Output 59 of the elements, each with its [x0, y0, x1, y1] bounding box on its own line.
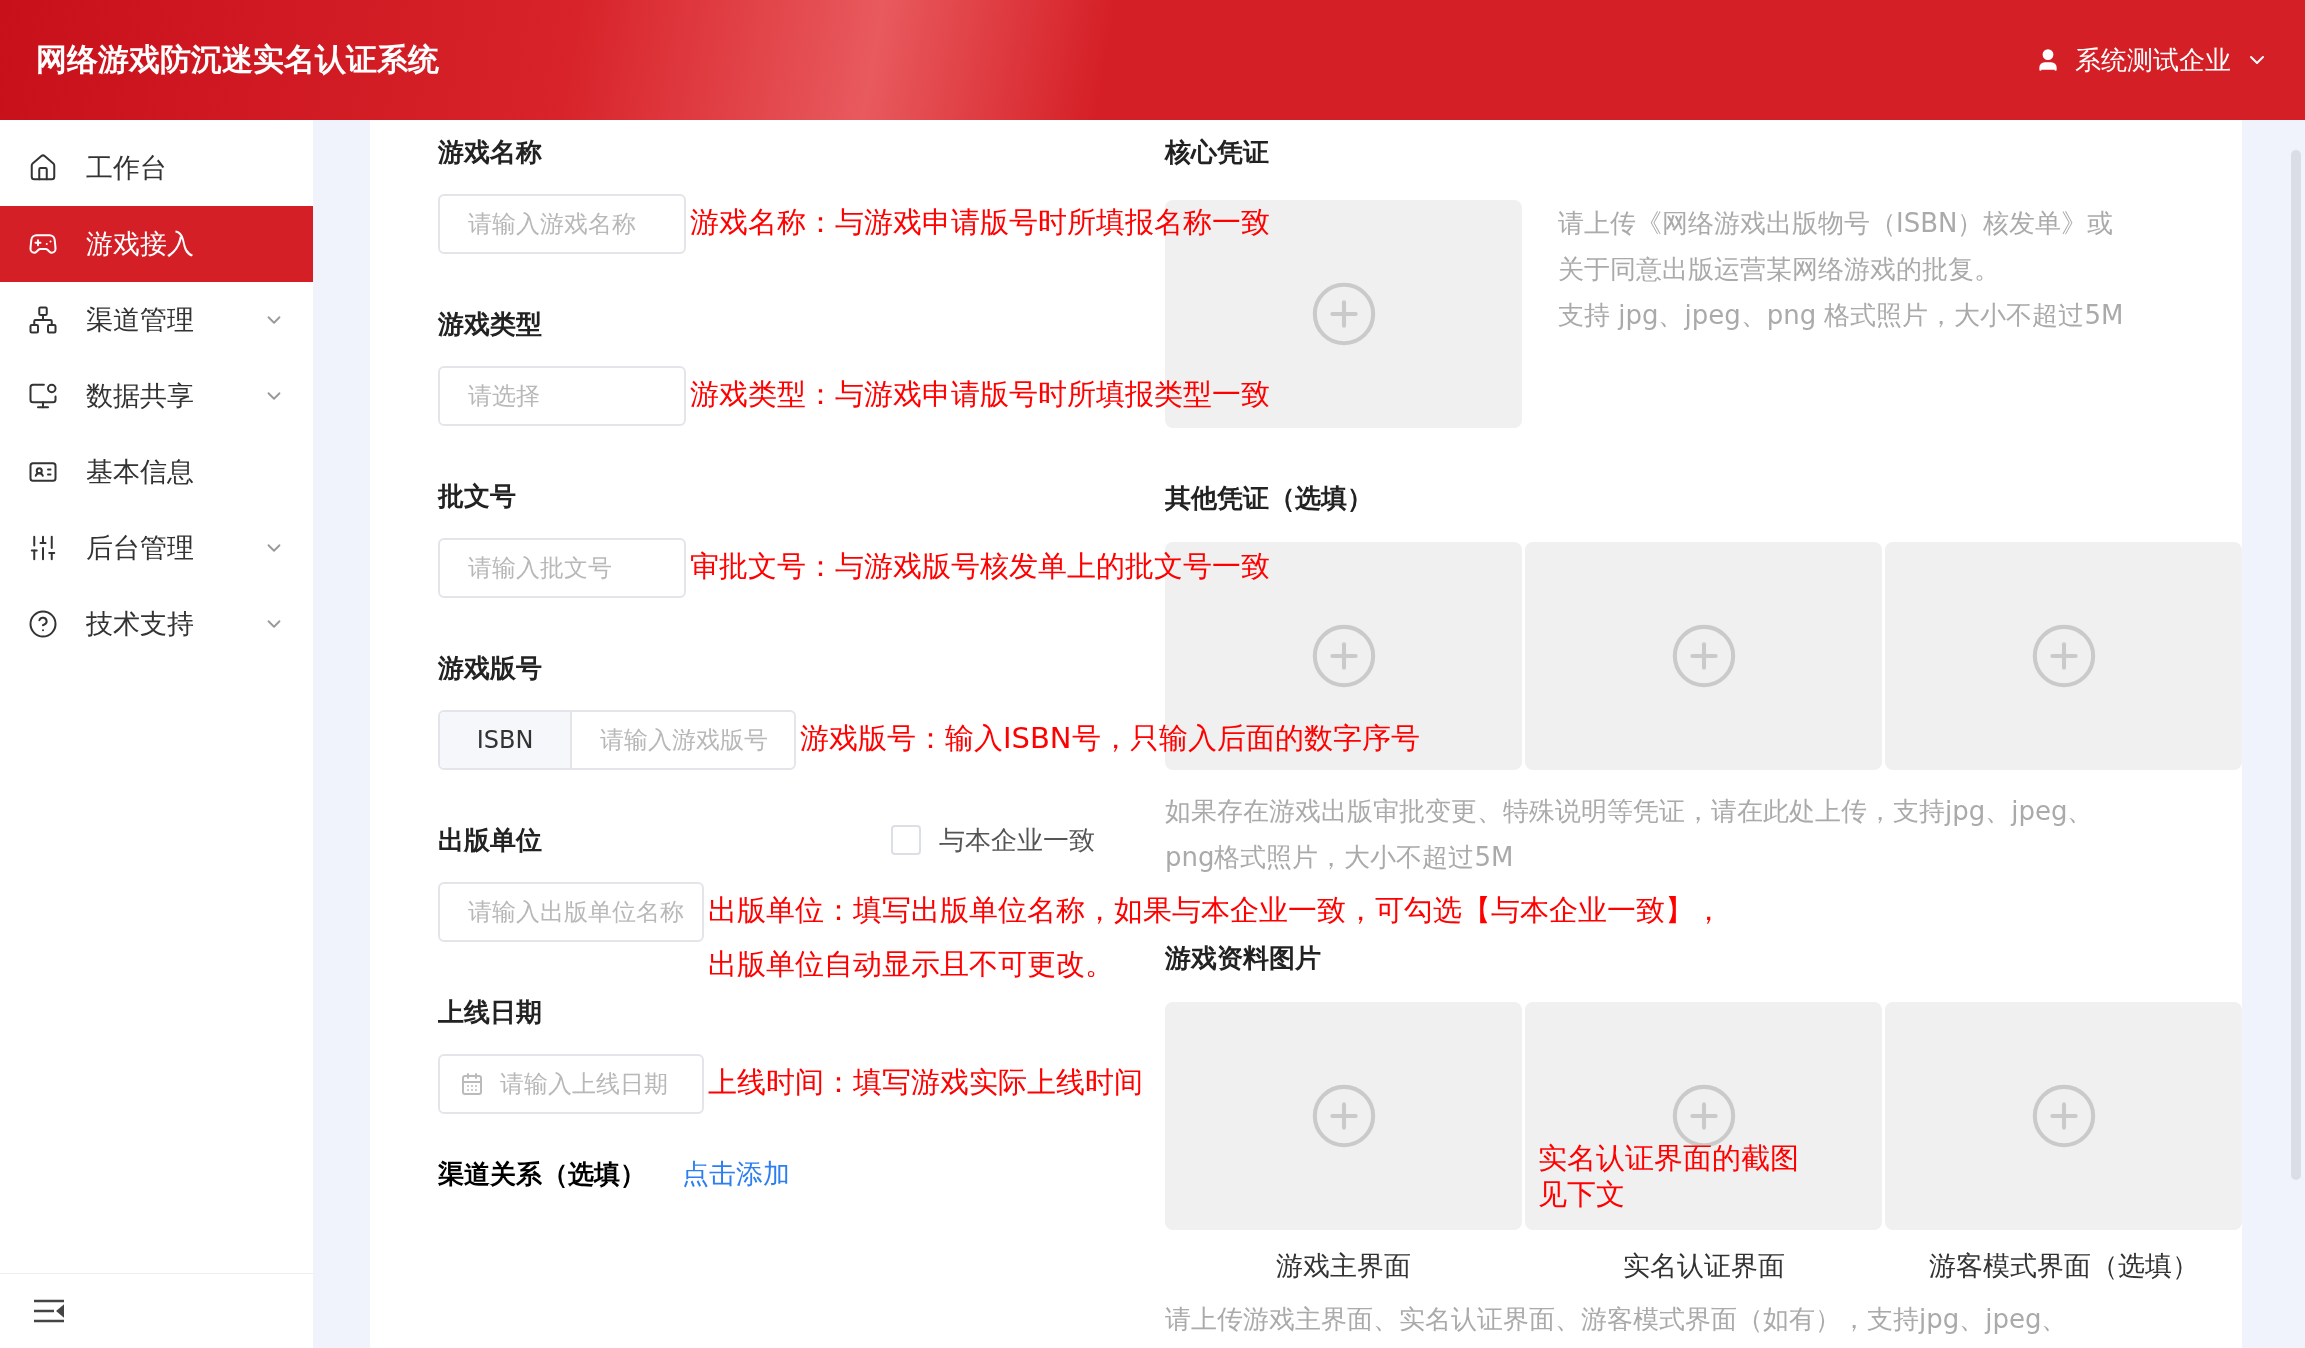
- annotation-text: 出版单位自动显示且不可更改。: [708, 946, 1114, 983]
- help-text: 请上传游戏主界面、实名认证界面、游客模式界面（如有），支持jpg、jpeg、: [1165, 1303, 2069, 1336]
- help-text: 请上传《网络游戏出版物号（ISBN）核发单》或关于同意出版运营某网络游戏的批复。: [1558, 207, 2115, 286]
- upload-caption: 实名认证界面: [1621, 1249, 1786, 1283]
- section-title: 游戏资料图片: [1165, 941, 1321, 975]
- sidebar-item[interactable]: 技术支持: [0, 586, 313, 662]
- select-field[interactable]: 请选择: [438, 366, 686, 426]
- text-input[interactable]: 请输入游戏版号: [572, 726, 794, 754]
- help-icon: [28, 609, 58, 639]
- field-label: 渠道关系（选填）: [438, 1157, 646, 1191]
- isbn-addon: ISBN: [440, 712, 572, 768]
- sidebar-item[interactable]: 工作台: [0, 130, 313, 206]
- field-label: 上线日期: [438, 995, 542, 1029]
- monitor-icon: [28, 381, 58, 411]
- sidebar-item[interactable]: 基本信息: [0, 434, 313, 510]
- section-title: 其他凭证（选填）: [1165, 481, 1373, 515]
- annotation-text: 游戏版号：输入ISBN号，只输入后面的数字序号: [800, 720, 1420, 757]
- sidebar-item[interactable]: 渠道管理: [0, 282, 313, 358]
- input-field[interactable]: 请输入游戏名称: [438, 194, 686, 254]
- help-text: 支持 jpg、jpeg、png 格式照片，大小不超过5M: [1558, 299, 2125, 332]
- annotation-text: 游戏名称：与游戏申请版号时所填报名称一致: [690, 204, 1270, 241]
- home-icon: [28, 153, 58, 183]
- select-input[interactable]: 请选择: [440, 382, 684, 410]
- annotation-text: 上线时间：填写游戏实际上线时间: [708, 1064, 1143, 1101]
- annotation-text: 见下文: [1538, 1176, 1625, 1212]
- collapse-menu-icon[interactable]: [34, 1299, 64, 1323]
- text-input[interactable]: 请输入批文号: [440, 554, 684, 582]
- field-label: 游戏名称: [438, 135, 542, 169]
- user-menu[interactable]: 系统测试企业: [2035, 42, 2269, 78]
- sidebar-item[interactable]: 数据共享: [0, 358, 313, 434]
- upload-caption: 游戏主界面: [1275, 1249, 1412, 1283]
- sliders-icon: [28, 533, 58, 563]
- annotation-text: 审批文号：与游戏版号核发单上的批文号一致: [690, 548, 1270, 585]
- add-link[interactable]: 点击添加: [682, 1156, 790, 1192]
- field-label: 出版单位: [438, 823, 542, 857]
- annotation-text: 游戏类型：与游戏申请版号时所填报类型一致: [690, 376, 1270, 413]
- annotation-text: 出版单位：填写出版单位名称，如果与本企业一致，可勾选【与本企业一致】，: [708, 892, 1723, 929]
- field-label: 批文号: [438, 479, 516, 513]
- help-text: 如果存在游戏出版审批变更、特殊说明等凭证，请在此处上传，支持jpg、jpeg、png格式照片，大小不超过5M: [1165, 795, 2095, 874]
- upload-area[interactable]: [1525, 1002, 1882, 1230]
- app-title: 网络游戏防沉迷实名认证系统: [36, 40, 439, 79]
- input-field[interactable]: 请输入批文号: [438, 538, 686, 598]
- network-icon: [28, 305, 58, 335]
- date-field[interactable]: 请输入上线日期: [438, 1054, 704, 1114]
- section-title: 核心凭证: [1165, 135, 1269, 169]
- sidebar-item[interactable]: 游戏接入: [0, 206, 313, 282]
- upload-caption: 游客模式界面（选填）: [1927, 1249, 2200, 1283]
- date-input[interactable]: 请输入上线日期: [484, 1070, 684, 1098]
- input-field[interactable]: 请输入出版单位名称: [438, 882, 704, 942]
- field-label: 游戏版号: [438, 651, 542, 685]
- text-input[interactable]: 请输入出版单位名称: [440, 898, 702, 926]
- checkbox[interactable]: [891, 825, 921, 855]
- field-label: 游戏类型: [438, 307, 542, 341]
- input-field[interactable]: ISBN 请输入游戏版号: [438, 710, 796, 770]
- sidebar-item[interactable]: 后台管理: [0, 510, 313, 586]
- checkbox-label: 与本企业一致: [939, 823, 1095, 857]
- calendar-icon: [460, 1072, 484, 1096]
- annotation-text: 实名认证界面的截图: [1538, 1140, 1799, 1176]
- text-input[interactable]: 请输入游戏名称: [440, 210, 684, 238]
